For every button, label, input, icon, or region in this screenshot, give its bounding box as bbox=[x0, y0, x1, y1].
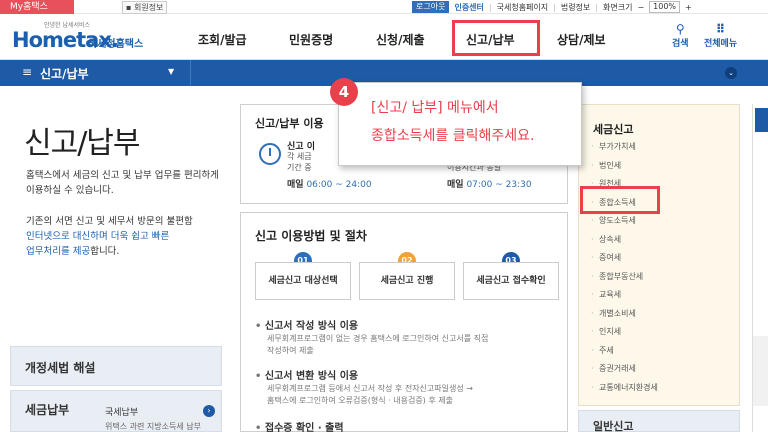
sidebar-item-securities-tax[interactable]: 증권거래세 bbox=[589, 360, 729, 379]
law-info-link[interactable]: 법령정보 bbox=[561, 2, 590, 13]
my-hometax-tab[interactable]: My홈택스 bbox=[0, 0, 74, 14]
search-label: 검색 bbox=[672, 39, 689, 49]
utility-links: 로그아웃 인증센터 | 국세청홈페이지 | 법령정보 | 화면크기 − 100%… bbox=[412, 0, 692, 14]
sidebar-item-inheritance-tax[interactable]: 상속세 bbox=[589, 231, 729, 250]
gnb-apply[interactable]: 신청/제출 bbox=[376, 31, 425, 48]
current-menu-label[interactable]: 신고/납부 bbox=[40, 65, 89, 82]
hometax-logo[interactable]: 안녕한 납세서비스 Hometax. 국세청홈택스 bbox=[12, 20, 152, 54]
zoom-in-icon[interactable]: + bbox=[685, 3, 692, 12]
sidebar-item-education-tax[interactable]: 교육세 bbox=[589, 286, 729, 305]
zoom-label: 화면크기 bbox=[603, 2, 633, 12]
usage-line-3: 기간 중 bbox=[287, 163, 312, 172]
arrow-right-icon[interactable]: › bbox=[203, 405, 215, 417]
intro-text-2: 기존의 서면 신고 및 세무서 방문의 불편함 인터넷으로 대신하며 더욱 쉽고… bbox=[26, 214, 226, 259]
zoom-select[interactable]: 100% bbox=[649, 1, 681, 13]
usage-time-right: 07:00 ~ 23:30 bbox=[466, 180, 532, 190]
sidebar-item-corporate-tax[interactable]: 법인세 bbox=[589, 157, 729, 176]
step-select-target[interactable]: 세금신고 대상선택 bbox=[255, 262, 351, 300]
daily-label: 매일 bbox=[447, 180, 464, 190]
general-report-label: 일반신고 bbox=[593, 420, 634, 432]
member-info-link[interactable]: ▪ 회원정보 bbox=[122, 1, 168, 14]
usage-time-left: 06:00 ~ 24:00 bbox=[306, 180, 372, 190]
tax-list: 부가가치세 법인세 원천세 종합소득세 양도소득세 상속세 증여세 종합부동산세… bbox=[589, 138, 729, 397]
procedure-title: 신고 이용방법 및 절차 bbox=[255, 229, 367, 243]
method-direct-desc-a: 세무회계프로그램이 없는 경우 홈택스에 로그인하여 신고서를 직접 bbox=[267, 334, 489, 343]
sidebar-item-transfer-tax[interactable]: 양도소득세 bbox=[589, 212, 729, 231]
chevron-down-icon[interactable]: ⌄ bbox=[725, 67, 737, 79]
person-icon: ▪ bbox=[126, 3, 132, 12]
sidebar-item-vat[interactable]: 부가가치세 bbox=[589, 138, 729, 157]
separator: | bbox=[553, 2, 556, 12]
intro2-line-a: 기존의 서면 신고 및 세무서 방문의 불편함 bbox=[26, 216, 193, 227]
tax-law-revision-box[interactable]: 개정세법 해설 bbox=[10, 346, 222, 386]
gnb-certificate[interactable]: 민원증명 bbox=[289, 31, 333, 48]
local-tax-link[interactable]: 위택스 과련 지방소득세 납부 bbox=[105, 421, 201, 432]
sidebar-item-gift-tax[interactable]: 증여세 bbox=[589, 249, 729, 268]
cert-center-link[interactable]: 인증센터 bbox=[454, 2, 483, 13]
tax-law-revision-label: 개정세법 해설 bbox=[25, 361, 96, 375]
guide-tooltip: [신고/ 납부] 메뉴에서 종합소득세를 클릭해주세요. bbox=[338, 82, 582, 166]
gnb-inquiry[interactable]: 조회/발급 bbox=[198, 31, 247, 48]
intro2-line-d: 합니다. bbox=[90, 246, 120, 257]
tax-report-sidebar: 세금신고 부가가치세 법인세 원천세 종합소득세 양도소득세 상속세 증여세 종… bbox=[578, 104, 740, 406]
member-info-label: 회원정보 bbox=[133, 3, 164, 12]
tooltip-line-1: [신고/ 납부] 메뉴에서 bbox=[371, 100, 499, 116]
method-convert-desc-a: 세무회계프로그램 등에서 신고서 작성 후 전자신고파일생성 → bbox=[267, 384, 473, 393]
page-title: 신고/납부 bbox=[24, 126, 141, 161]
sidebar-item-stamp-tax[interactable]: 인지세 bbox=[589, 323, 729, 342]
nts-site-link[interactable]: 국세청홈페이지 bbox=[497, 2, 549, 13]
tax-payment-title: 세금납부 bbox=[25, 403, 70, 417]
method-file-convert: 신고서 변환 방식 이용 bbox=[255, 367, 358, 382]
usage-line-2: 각 세금 bbox=[287, 152, 312, 161]
logo-subtitle: 국세청홈택스 bbox=[88, 39, 144, 50]
step-confirm[interactable]: 세금신고 접수확인 bbox=[463, 262, 559, 300]
sidebar-item-energy-tax[interactable]: 교통에너지환경세 bbox=[589, 379, 729, 398]
usage-card-title: 신고/납부 이용 bbox=[255, 117, 324, 130]
method-direct-desc: 세무회계프로그램이 없는 경우 홈택스에 로그인하여 신고서를 직접 작성하여 … bbox=[267, 333, 557, 357]
general-report-box[interactable]: 일반신고 bbox=[578, 410, 740, 432]
procedure-card: 신고 이용방법 및 절차 01 세금신고 대상선택 02 세금신고 진행 03 … bbox=[240, 212, 568, 432]
search-icon: ⚲ bbox=[675, 22, 685, 36]
search-button[interactable]: ⚲ 검색 bbox=[672, 22, 689, 49]
method-receipt: 접수증 확인 · 출력 bbox=[255, 419, 344, 432]
method-direct-desc-b: 작성하여 제출 bbox=[267, 346, 314, 355]
separator: | bbox=[595, 2, 598, 12]
national-tax-payment-link[interactable]: 국세납부 bbox=[105, 405, 138, 418]
income-tax-highlight-box bbox=[580, 186, 660, 214]
intro2-line-b: 인터넷으로 대신하며 더욱 쉽고 빠른 bbox=[26, 231, 170, 242]
intro2-line-c: 업무처리를 제공 bbox=[26, 246, 91, 257]
method-convert-desc-b: 홈택스에 로그인하여 오류검증(형식 · 내용검증) 후 제출 bbox=[267, 396, 453, 405]
intro-text: 홈택스에서 세금의 신고 및 납부 업무를 편리하게 이용하실 수 있습니다. bbox=[26, 170, 219, 196]
sidebar-item-liquor-tax[interactable]: 주세 bbox=[589, 342, 729, 361]
caret-down-icon[interactable]: ▼ bbox=[168, 67, 174, 76]
method-direct-write: 신고서 작성 방식 이용 bbox=[255, 317, 358, 332]
zoom-out-icon[interactable]: − bbox=[637, 3, 644, 12]
clock-icon bbox=[259, 143, 281, 165]
all-menu-label: 전체메뉴 bbox=[704, 39, 738, 49]
usage-hours-right: 매일 07:00 ~ 23:30 bbox=[447, 177, 532, 190]
sidebar-title: 세금신고 bbox=[593, 123, 634, 136]
divider bbox=[190, 60, 191, 86]
method-convert-desc: 세무회계프로그램 등에서 신고서 작성 후 전자신고파일생성 → 홈택스에 로그… bbox=[267, 383, 557, 407]
header: 안녕한 납세서비스 Hometax. 국세청홈택스 조회/발급 민원증명 신청/… bbox=[0, 14, 768, 60]
edge-gray-block bbox=[753, 336, 768, 406]
separator: | bbox=[488, 2, 492, 12]
logout-button[interactable]: 로그아웃 bbox=[412, 1, 450, 13]
sidebar-item-consumption-tax[interactable]: 개별소비세 bbox=[589, 305, 729, 324]
tooltip-step-badge: 4 bbox=[330, 78, 358, 106]
gnb-highlight-box bbox=[452, 20, 540, 56]
all-menu-button[interactable]: ⠿ 전체메뉴 bbox=[704, 22, 737, 49]
sidebar-item-property-tax[interactable]: 종합부동산세 bbox=[589, 268, 729, 287]
hamburger-icon[interactable]: ≡ bbox=[22, 65, 32, 79]
top-utility-bar: My홈택스 ▪ 회원정보 로그아웃 인증센터 | 국세청홈페이지 | 법령정보 … bbox=[0, 0, 768, 14]
tooltip-line-2: 종합소득세를 클릭해주세요. bbox=[371, 128, 535, 144]
tax-payment-box: 세금납부 국세납부 › 위택스 과련 지방소득세 납부 bbox=[10, 390, 222, 432]
quick-tab[interactable] bbox=[755, 108, 768, 132]
gnb-consult[interactable]: 상담/제보 bbox=[557, 31, 606, 48]
grid-icon: ⠿ bbox=[715, 22, 726, 36]
usage-hours-left: 매일 06:00 ~ 24:00 bbox=[287, 177, 372, 190]
step-proceed[interactable]: 세금신고 진행 bbox=[359, 262, 455, 300]
right-edge-panel bbox=[752, 104, 768, 432]
daily-label: 매일 bbox=[287, 180, 304, 190]
